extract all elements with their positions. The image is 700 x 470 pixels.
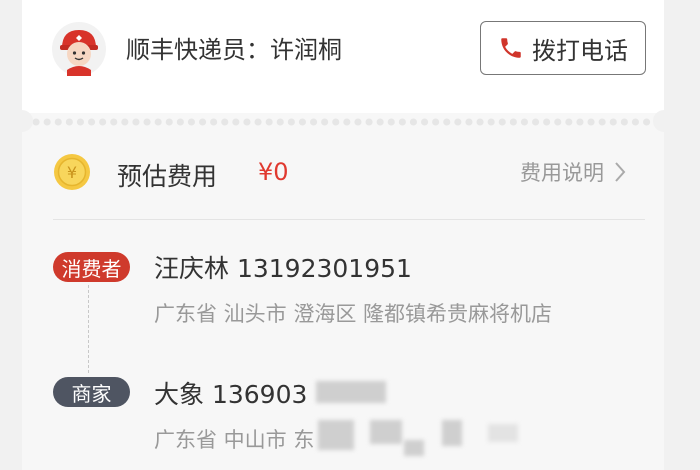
fee-explanation-label: 费用说明 (520, 161, 604, 185)
svg-text:¥: ¥ (67, 163, 77, 182)
redacted-address-blur-5 (488, 424, 518, 442)
courier-avatar-icon (52, 22, 106, 76)
consumer-address: 广东省 汕头市 澄海区 隆都镇希贵麻将机店 (154, 302, 553, 326)
fee-label: 预估费用 (117, 162, 218, 191)
ticket-notch-left (11, 110, 33, 132)
phone-icon (501, 38, 521, 58)
redacted-phone-blur (316, 381, 386, 403)
section-divider (53, 219, 645, 220)
fee-value: ¥0 (258, 158, 289, 186)
courier-name: 顺丰快递员：许润桐 (126, 36, 342, 64)
call-button-label: 拨打电话 (532, 36, 628, 65)
redacted-address-blur-4 (442, 420, 462, 446)
call-button[interactable]: 拨打电话 (480, 21, 646, 75)
perforation-divider (32, 118, 656, 126)
chevron-right-icon (615, 162, 626, 182)
merchant-badge: 商家 (53, 377, 130, 407)
merchant-name-phone: 大象 136903 (154, 380, 308, 409)
merchant-address: 广东省 中山市 东 (154, 428, 315, 452)
fee-explanation-link[interactable]: 费用说明 (520, 157, 626, 187)
redacted-address-blur-1 (318, 420, 354, 450)
coin-yen-icon: ¥ (54, 154, 90, 190)
ticket-notch-right (653, 110, 675, 132)
redacted-address-blur-3 (404, 440, 424, 456)
consumer-badge: 消费者 (53, 252, 130, 282)
consumer-name-phone: 汪庆林 13192301951 (154, 254, 412, 283)
connector-line (88, 285, 89, 373)
redacted-address-blur-2 (370, 420, 402, 444)
